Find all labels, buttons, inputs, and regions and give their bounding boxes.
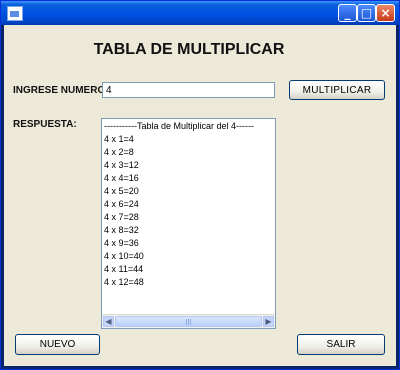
maximize-button[interactable]: □ xyxy=(357,4,376,22)
title-bar[interactable]: _ □ × xyxy=(1,1,399,25)
exit-button[interactable]: SALIR xyxy=(297,334,385,355)
number-input[interactable] xyxy=(102,82,275,98)
list-item: 4 x 7=28 xyxy=(104,212,139,222)
close-button[interactable]: × xyxy=(376,4,395,22)
list-item: 4 x 12=48 xyxy=(104,277,144,287)
minimize-button[interactable]: _ xyxy=(338,4,357,22)
list-item: 4 x 3=12 xyxy=(104,160,139,170)
multiply-button[interactable]: MULTIPLICAR xyxy=(289,80,385,100)
horizontal-scrollbar[interactable]: ◀ ▶ xyxy=(102,314,275,328)
results-list[interactable]: -----------Tabla de Multiplicar del 4---… xyxy=(101,118,276,329)
form-panel: TABLA DE MULTIPLICAR INGRESE NUMERO: MUL… xyxy=(4,25,396,366)
scroll-right-icon[interactable]: ▶ xyxy=(263,316,274,327)
list-item: 4 x 8=32 xyxy=(104,225,139,235)
list-item: -----------Tabla de Multiplicar del 4---… xyxy=(104,121,255,131)
answer-label: RESPUESTA: xyxy=(13,119,77,130)
scroll-left-icon[interactable]: ◀ xyxy=(103,316,114,327)
list-item: 4 x 4=16 xyxy=(104,173,139,183)
app-window: _ □ × TABLA DE MULTIPLICAR INGRESE NUMER… xyxy=(0,0,400,370)
list-item: 4 x 2=8 xyxy=(104,147,134,157)
list-item: 4 x 6=24 xyxy=(104,199,139,209)
list-item: 4 x 1=4 xyxy=(104,134,134,144)
list-item: 4 x 10=40 xyxy=(104,251,144,261)
scroll-thumb[interactable] xyxy=(115,316,262,327)
list-item: 4 x 9=36 xyxy=(104,238,139,248)
new-button[interactable]: NUEVO xyxy=(15,334,100,355)
grip-icon xyxy=(186,319,192,325)
page-title: TABLA DE MULTIPLICAR xyxy=(93,41,285,58)
number-label: INGRESE NUMERO: xyxy=(13,85,109,96)
results-lines: -----------Tabla de Multiplicar del 4---… xyxy=(104,120,254,289)
list-item: 4 x 5=20 xyxy=(104,186,139,196)
java-app-icon xyxy=(7,6,23,21)
list-item: 4 x 11=44 xyxy=(104,264,144,274)
